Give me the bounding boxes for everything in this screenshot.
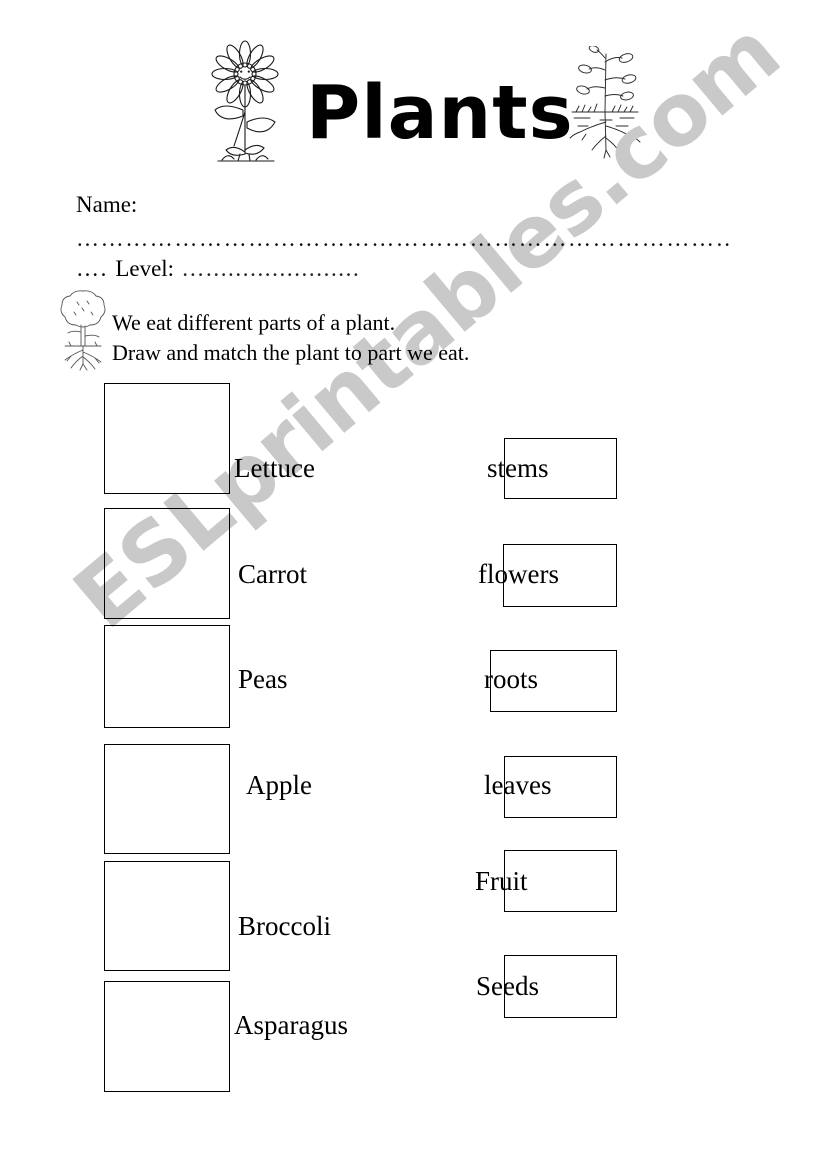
left-label-peas: Peas [238,664,288,694]
right-label-flowers: flowers [478,559,559,589]
left-label-carrot: Carrot [238,559,307,589]
draw-box-peas[interactable] [104,625,230,728]
left-label-apple: Apple [246,770,312,800]
right-label-seeds: Seeds [476,971,539,1001]
right-label-stems: stems [487,453,549,483]
left-label-asparagus: Asparagus [234,1010,348,1040]
right-label-leaves: leaves [484,770,552,800]
draw-box-lettuce[interactable] [104,383,230,494]
draw-box-apple[interactable] [104,744,230,854]
right-label-roots: roots [484,664,538,694]
left-label-broccoli: Broccoli [238,911,331,941]
draw-box-asparagus[interactable] [104,981,230,1092]
draw-box-broccoli[interactable] [104,861,230,971]
left-label-lettuce: Lettuce [234,453,315,483]
worksheet-page: ESLprintables.com Plants Name: ………………………… [0,0,826,1169]
draw-box-carrot[interactable] [104,508,230,619]
right-label-fruit: Fruit [475,866,528,896]
matching-exercise: Lettuce Carrot Peas Apple Broccoli Aspar… [0,0,826,1169]
